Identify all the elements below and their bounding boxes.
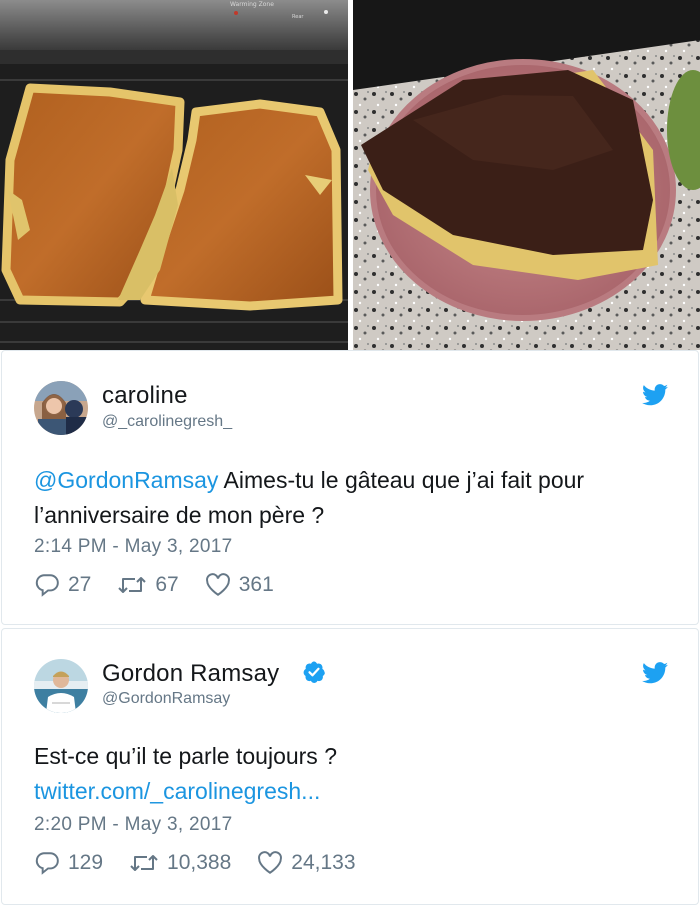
avatar[interactable] (34, 381, 88, 435)
tweet-actions: 27 67 361 (34, 572, 300, 598)
tweet-card-gordon-ramsay[interactable]: Gordon Ramsay @GordonRamsay Est-ce qu’il… (1, 628, 699, 905)
retweet-count: 10,388 (167, 851, 232, 874)
tweet-body: Est-ce qu’il te parle toujours ? (34, 743, 337, 769)
display-name[interactable]: caroline (102, 382, 188, 410)
user-handle[interactable]: @_carolinegresh_ (102, 413, 232, 431)
retweet-button[interactable]: 67 (117, 573, 179, 597)
display-name[interactable]: Gordon Ramsay (102, 660, 279, 688)
stove-label-rear: Rear (292, 14, 304, 20)
tweet-card-caroline[interactable]: caroline @_carolinegresh_ @GordonRamsay … (1, 350, 699, 625)
reply-count: 27 (68, 573, 92, 596)
retweet-icon (130, 855, 158, 871)
retweet-count: 67 (155, 573, 179, 596)
verified-badge-icon (303, 661, 325, 683)
tweet-text: @GordonRamsay Aimes-tu le gâteau que j’a… (34, 463, 658, 533)
cake-photos: Warming Zone Rear (0, 0, 700, 350)
cake-photo-frosted (353, 0, 700, 350)
avatar[interactable] (34, 659, 88, 713)
like-count: 361 (238, 573, 274, 596)
reply-icon (35, 852, 59, 875)
heart-icon (258, 851, 283, 874)
user-handle[interactable]: @GordonRamsay (102, 690, 230, 708)
tweet-actions: 129 10,388 24,133 (34, 850, 382, 876)
like-count: 24,133 (291, 851, 356, 874)
mention-link[interactable]: @GordonRamsay (34, 467, 218, 493)
tweet-link[interactable]: twitter.com/_carolinegresh... (34, 774, 658, 809)
tweet-timestamp[interactable]: 2:14 PM - May 3, 2017 (34, 536, 233, 558)
like-button[interactable]: 361 (205, 573, 274, 597)
reply-button[interactable]: 129 (34, 850, 103, 876)
tweet-timestamp[interactable]: 2:20 PM - May 3, 2017 (34, 814, 233, 836)
twitter-bird-icon[interactable] (642, 662, 668, 684)
like-button[interactable]: 24,133 (257, 851, 356, 875)
reply-button[interactable]: 27 (34, 572, 91, 598)
retweet-icon (118, 577, 147, 593)
stove-label: Warming Zone (230, 1, 274, 8)
retweet-button[interactable]: 10,388 (129, 851, 231, 875)
twitter-bird-icon[interactable] (642, 384, 668, 406)
reply-icon (35, 574, 59, 597)
reply-count: 129 (68, 851, 104, 874)
tweet-text: Est-ce qu’il te parle toujours ? twitter… (34, 739, 658, 809)
cake-photo-unfrosted: Warming Zone Rear (0, 0, 348, 350)
heart-icon (205, 573, 230, 596)
